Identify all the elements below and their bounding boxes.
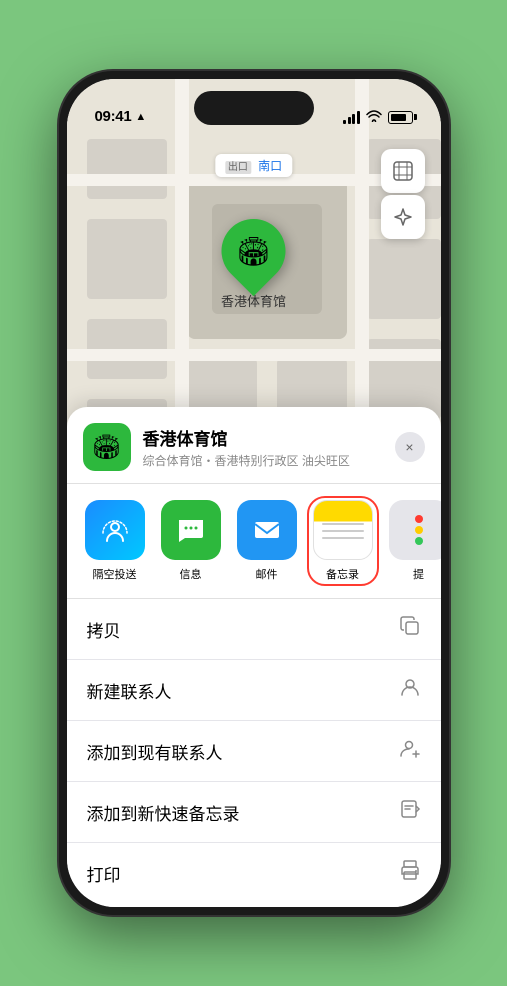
share-item-mail[interactable]: 邮件 <box>235 500 299 582</box>
more-icon <box>389 500 441 560</box>
map-label-text: 南口 <box>258 159 282 173</box>
action-add-contact-label: 添加到现有联系人 <box>87 739 223 764</box>
action-copy[interactable]: 拷贝 <box>67 599 441 660</box>
dynamic-island <box>194 91 314 125</box>
marker-pin: 🏟 <box>208 206 299 297</box>
person-icon <box>399 676 421 704</box>
share-row: 隔空投送 信息 <box>67 484 441 599</box>
mail-icon <box>237 500 297 560</box>
status-time: 09:41 <box>95 108 132 125</box>
location-arrow-icon: ▲ <box>135 111 146 123</box>
location-button[interactable] <box>381 195 425 239</box>
action-quick-note[interactable]: 添加到新快速备忘录 <box>67 782 441 843</box>
marker-stadium-icon: 🏟 <box>236 235 272 268</box>
share-item-messages[interactable]: 信息 <box>159 500 223 582</box>
close-button[interactable]: × <box>395 432 425 462</box>
action-new-contact[interactable]: 新建联系人 <box>67 660 441 721</box>
wifi-icon <box>366 109 382 125</box>
airdrop-label: 隔空投送 <box>93 566 137 582</box>
map-label: 出口 南口 <box>215 154 292 177</box>
venue-info: 香港体育馆 综合体育馆・香港特别行政区 油尖旺区 <box>143 425 383 469</box>
map-controls <box>381 149 425 239</box>
action-new-contact-label: 新建联系人 <box>87 678 172 703</box>
status-icons <box>343 109 413 125</box>
airdrop-icon <box>85 500 145 560</box>
action-list: 拷贝 新建联系人 <box>67 599 441 903</box>
action-quick-note-label: 添加到新快速备忘录 <box>87 800 240 825</box>
sheet-header: 🏟 香港体育馆 综合体育馆・香港特别行政区 油尖旺区 × <box>67 407 441 484</box>
more-label: 提 <box>413 566 424 582</box>
venue-subtitle: 综合体育馆・香港特别行政区 油尖旺区 <box>143 452 383 469</box>
map-type-button[interactable] <box>381 149 425 193</box>
notes-icon <box>313 500 373 560</box>
share-item-more[interactable]: 提 <box>387 500 441 582</box>
person-add-icon <box>399 737 421 765</box>
signal-icon <box>343 111 360 124</box>
messages-icon <box>161 500 221 560</box>
share-item-airdrop[interactable]: 隔空投送 <box>83 500 147 582</box>
venue-name: 香港体育馆 <box>143 425 383 450</box>
mail-label: 邮件 <box>256 566 278 582</box>
notes-label: 备忘录 <box>326 566 359 582</box>
share-item-notes[interactable]: 备忘录 <box>311 500 375 582</box>
messages-label: 信息 <box>180 566 202 582</box>
location-marker: 🏟 香港体育馆 <box>221 219 286 310</box>
action-copy-label: 拷贝 <box>87 617 121 642</box>
note-icon <box>399 798 421 826</box>
venue-stadium-icon: 🏟 <box>91 433 121 462</box>
print-icon <box>399 859 421 887</box>
color-dots <box>415 515 423 545</box>
phone-frame: 09:41 ▲ <box>59 71 449 915</box>
venue-icon: 🏟 <box>83 423 131 471</box>
action-add-contact[interactable]: 添加到现有联系人 <box>67 721 441 782</box>
copy-icon <box>399 615 421 643</box>
battery-icon <box>388 111 413 124</box>
bottom-sheet: 🏟 香港体育馆 综合体育馆・香港特别行政区 油尖旺区 × <box>67 407 441 907</box>
notes-lines <box>322 523 364 539</box>
action-print-label: 打印 <box>87 861 121 886</box>
phone-screen: 09:41 ▲ <box>67 79 441 907</box>
close-icon: × <box>405 439 413 455</box>
action-print[interactable]: 打印 <box>67 843 441 903</box>
map-label-prefix: 出口 <box>225 161 251 174</box>
